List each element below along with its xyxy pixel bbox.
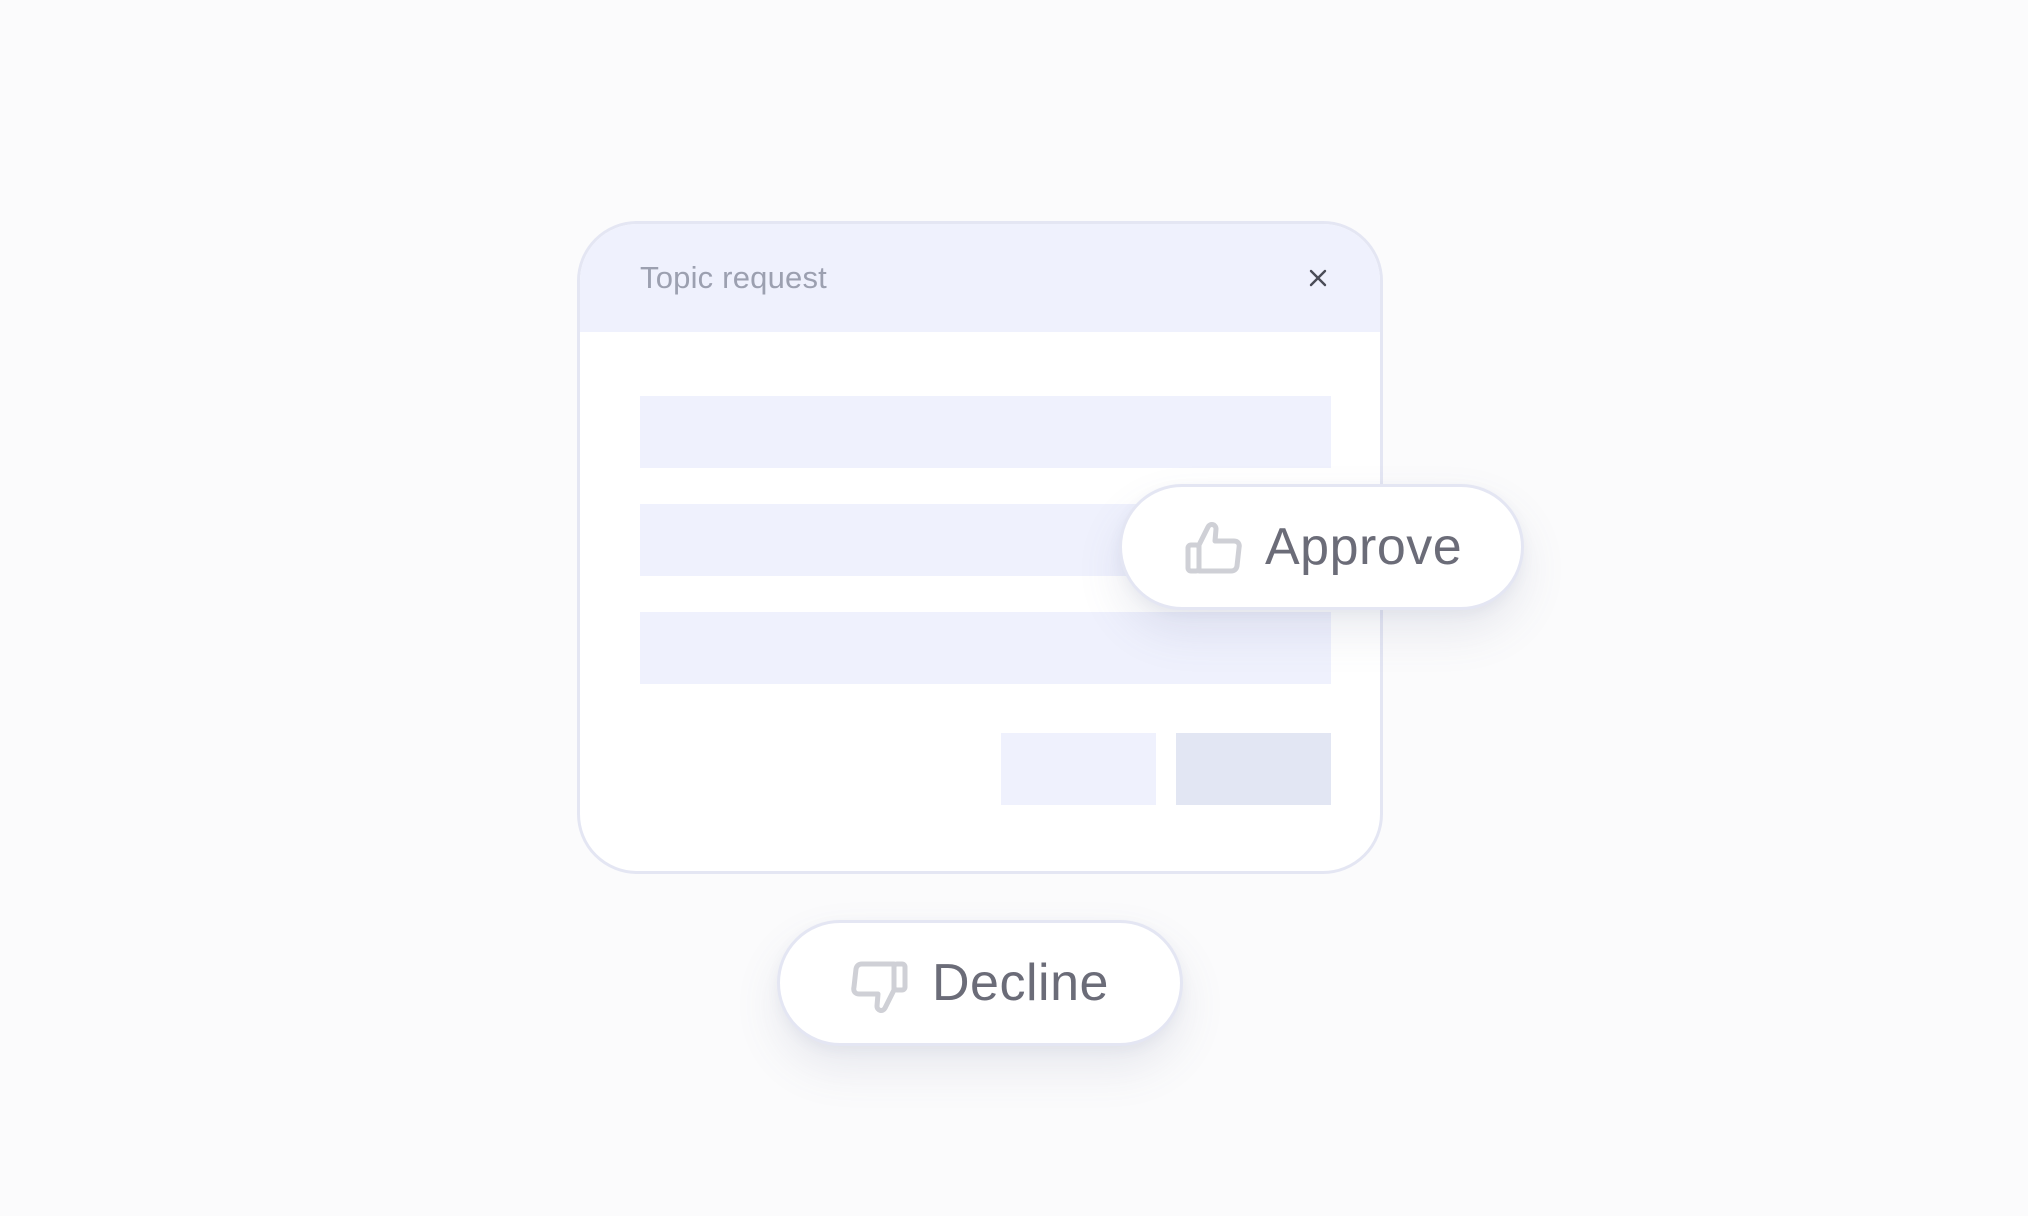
thumbs-down-icon [847,956,911,1020]
placeholder-field-3 [640,612,1331,684]
approve-button[interactable]: Approve [1119,484,1524,610]
decline-label: Decline [932,954,1109,1012]
placeholder-field-1 [640,396,1331,468]
thumbs-up-icon [1182,515,1246,579]
secondary-action-placeholder[interactable] [1001,733,1156,805]
dialog-title: Topic request [640,260,827,295]
decline-button[interactable]: Decline [777,920,1183,1046]
close-button[interactable] [1296,256,1340,300]
approve-label: Approve [1265,518,1463,576]
close-icon [1309,269,1327,287]
primary-action-placeholder[interactable] [1176,733,1331,805]
dialog-header: Topic request [580,224,1380,332]
